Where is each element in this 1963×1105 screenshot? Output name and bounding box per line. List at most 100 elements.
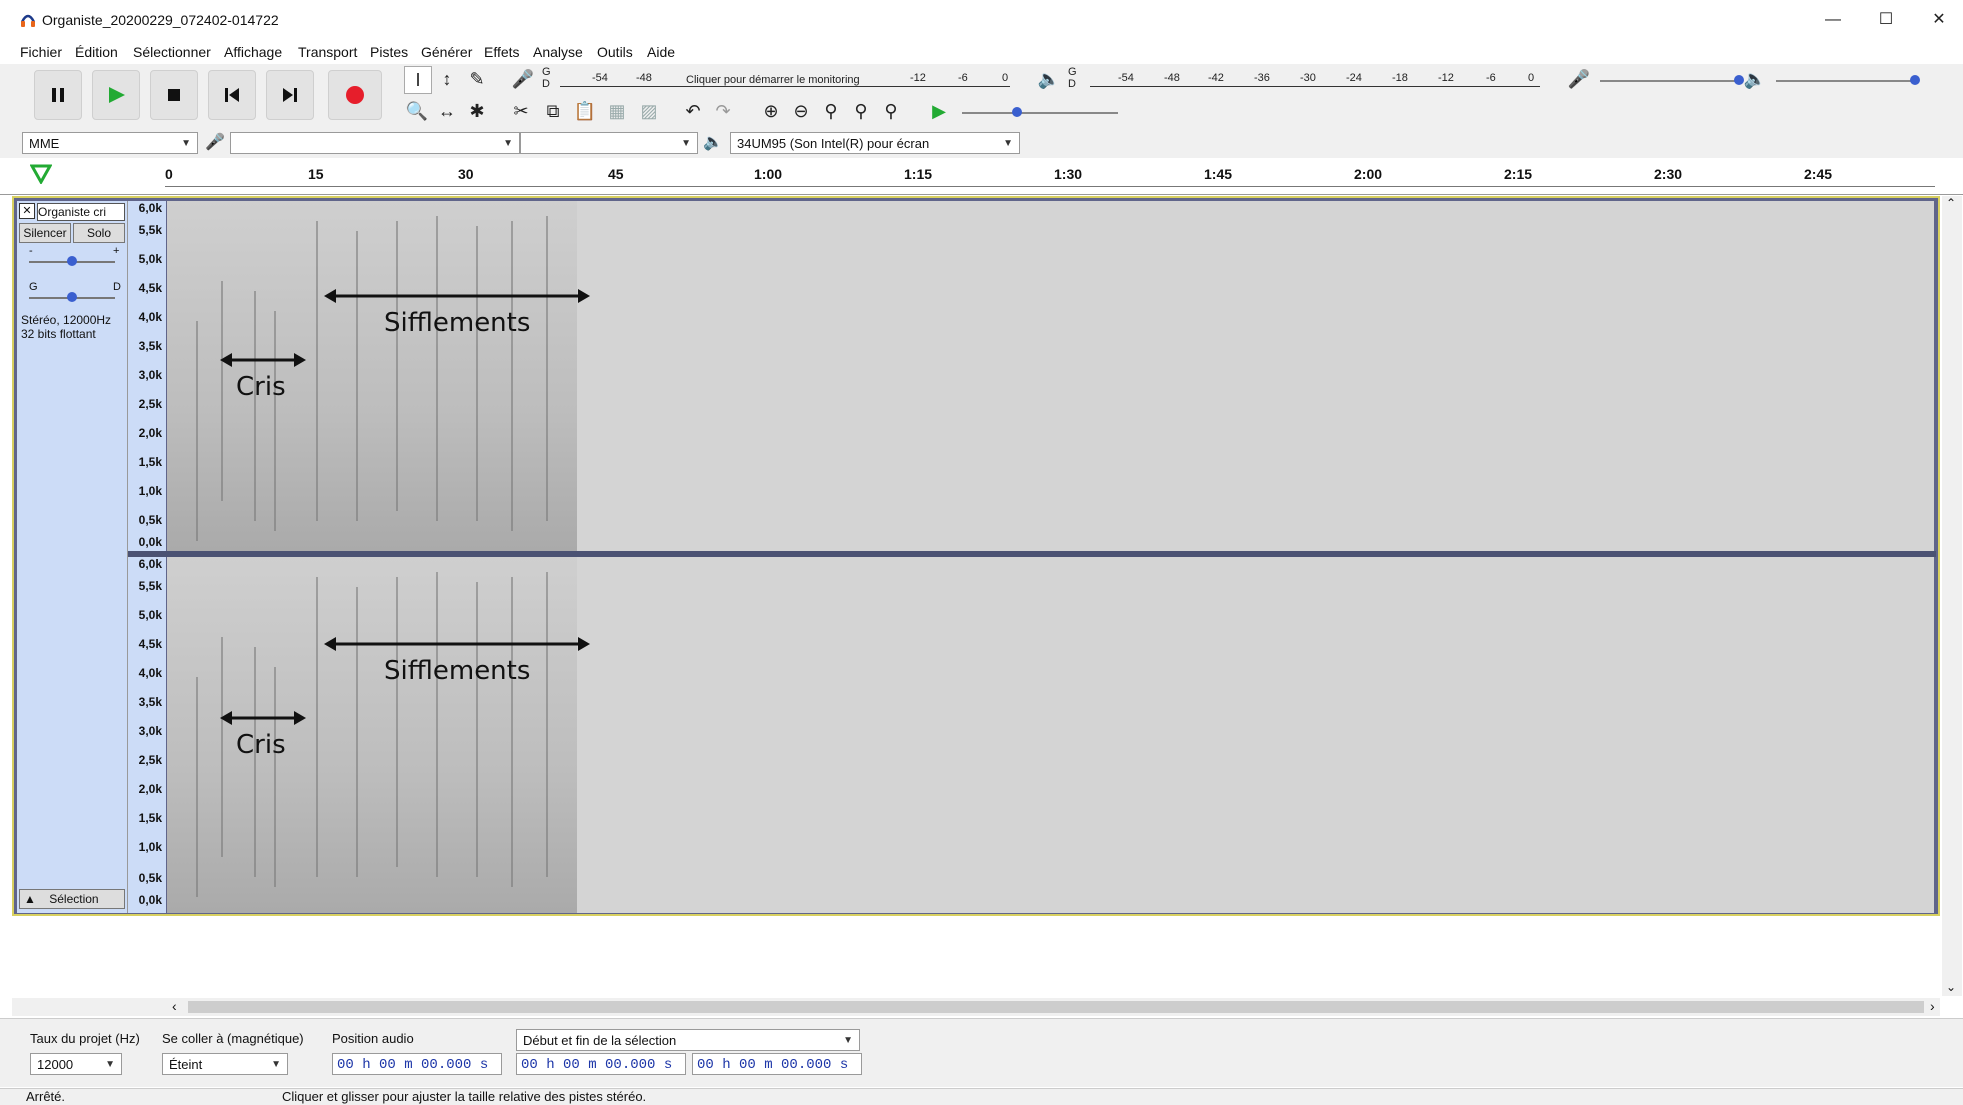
record-tick: -12 [910, 72, 926, 84]
freq-label: 6,0k [138, 557, 162, 571]
copy-icon[interactable]: ⧉ [540, 98, 566, 124]
scroll-up-icon[interactable]: ⌃ [1946, 196, 1956, 210]
paste-icon[interactable]: 📋 [572, 98, 598, 124]
play-head-icon[interactable] [30, 164, 52, 184]
spectrogram-right-channel[interactable] [167, 557, 577, 913]
selection-mode-select[interactable]: Début et fin de la sélection ▼ [516, 1029, 860, 1051]
undo-icon[interactable]: ↶ [680, 98, 706, 124]
scroll-right-icon[interactable]: › [1930, 998, 1935, 1014]
zoom-out-icon[interactable]: ⊖ [788, 98, 814, 124]
output-device-select[interactable]: 34UM95 (Son Intel(R) pour écran ▼ [730, 132, 1020, 154]
slider-thumb[interactable] [1910, 75, 1920, 85]
audio-host-select[interactable]: MME ▼ [22, 132, 198, 154]
snap-to-select[interactable]: Éteint ▼ [162, 1053, 288, 1075]
stereo-track[interactable]: ✕ Organiste cri Silencer Solo - + G D St… [12, 196, 1940, 916]
timeshift-tool-icon[interactable]: ↔ [434, 98, 460, 124]
menu-selectionner[interactable]: Sélectionner [133, 44, 211, 60]
fit-selection-icon[interactable]: ⚲ [818, 98, 844, 124]
record-meter-monitor-label[interactable]: Cliquer pour démarrer le monitoring [686, 74, 860, 86]
freq-label: 4,5k [138, 281, 162, 295]
status-state: Arrêté. [26, 1089, 66, 1104]
menu-generer[interactable]: Générer [421, 44, 472, 60]
track-name-menu[interactable]: Organiste cri [37, 203, 125, 221]
spectrogram-left-channel[interactable] [167, 201, 577, 551]
close-window-button[interactable]: ✕ [1916, 0, 1962, 40]
scroll-down-icon[interactable]: ⌄ [1946, 980, 1956, 994]
menu-aide[interactable]: Aide [647, 44, 675, 60]
scroll-thumb[interactable] [188, 1001, 1924, 1013]
fit-project-icon[interactable]: ⚲ [848, 98, 874, 124]
play-button[interactable] [92, 70, 140, 120]
audio-position-value: 00 h 00 m 00.000 s [337, 1057, 489, 1073]
menu-transport[interactable]: Transport [298, 44, 357, 60]
selection-tool-icon[interactable]: I [404, 66, 432, 94]
selection-end-field[interactable]: 00 h 00 m 00.000 s [692, 1053, 862, 1075]
multi-tool-icon[interactable]: ✱ [464, 98, 490, 124]
selection-start-field[interactable]: 00 h 00 m 00.000 s [516, 1053, 686, 1075]
record-meter-mic-icon[interactable]: 🎤 [510, 66, 536, 92]
menu-fichier[interactable]: Fichier [20, 44, 62, 60]
play-tick: -42 [1208, 72, 1224, 84]
zoom-in-icon[interactable]: ⊕ [758, 98, 784, 124]
pause-button[interactable] [34, 70, 82, 120]
playback-meter-speaker-icon[interactable]: 🔈 [1036, 66, 1062, 92]
stop-button[interactable] [150, 70, 198, 120]
freq-label: 4,5k [138, 637, 162, 651]
silence-icon[interactable]: ▨ [636, 98, 662, 124]
freq-label: 5,0k [138, 252, 162, 266]
track-area[interactable]: ✕ Organiste cri Silencer Solo - + G D St… [12, 196, 1940, 916]
record-tick: -6 [958, 72, 968, 84]
skip-start-button[interactable] [208, 70, 256, 120]
ruler-tick: 2:45 [1804, 166, 1833, 182]
chevron-down-icon: ▼ [181, 138, 191, 149]
menu-analyse[interactable]: Analyse [533, 44, 583, 60]
skip-end-button[interactable] [266, 70, 314, 120]
device-toolbar: MME ▼ 🎤 ▼ ▼ 🔈 34UM95 (Son Intel(R) pour é… [0, 128, 1963, 159]
menu-outils[interactable]: Outils [597, 44, 633, 60]
trim-icon[interactable]: ▦ [604, 98, 630, 124]
vertical-scrollbar[interactable]: ⌃ ⌄ [1942, 196, 1962, 996]
project-rate-select[interactable]: 12000 ▼ [30, 1053, 122, 1075]
snap-to-label: Se coller à (magnétique) [162, 1031, 304, 1046]
empty-track-space[interactable] [577, 557, 1934, 913]
input-device-select[interactable]: ▼ [230, 132, 520, 154]
empty-track-space[interactable] [577, 201, 1934, 551]
audio-position-field[interactable]: 00 h 00 m 00.000 s [332, 1053, 502, 1075]
slider-thumb[interactable] [67, 256, 77, 266]
spectrogram-texture [196, 216, 548, 541]
zoom-toggle-icon[interactable]: ⚲ [878, 98, 904, 124]
track-bit-depth-info: 32 bits flottant [21, 327, 96, 341]
playback-meter-bar[interactable] [1090, 86, 1540, 87]
maximize-button[interactable]: ☐ [1863, 0, 1909, 40]
gain-slider[interactable] [29, 256, 115, 266]
record-meter-bar[interactable] [560, 86, 1010, 87]
play-at-speed-icon[interactable]: ▶ [926, 98, 952, 124]
slider-thumb[interactable] [1012, 107, 1022, 117]
minimize-button[interactable]: — [1810, 0, 1856, 40]
mute-button[interactable]: Silencer [19, 223, 71, 243]
timeline-ruler[interactable]: 0 15 30 45 1:00 1:15 1:30 1:45 2:00 2:15… [0, 158, 1963, 195]
input-channels-select[interactable]: ▼ [520, 132, 698, 154]
draw-tool-icon[interactable]: ✎ [464, 66, 490, 92]
menu-edition[interactable]: Édition [75, 44, 118, 60]
menu-effets[interactable]: Effets [484, 44, 520, 60]
scroll-left-icon[interactable]: ‹ [172, 998, 177, 1014]
collapse-icon[interactable]: ▲ [24, 892, 36, 906]
select-track-button[interactable]: ▲ Sélection [19, 889, 125, 909]
menu-pistes[interactable]: Pistes [370, 44, 408, 60]
play-speed-slider[interactable] [962, 107, 1118, 117]
solo-button[interactable]: Solo [73, 223, 125, 243]
redo-icon[interactable]: ↷ [710, 98, 736, 124]
pan-slider[interactable] [29, 292, 115, 302]
record-button[interactable] [328, 70, 382, 120]
horizontal-scrollbar[interactable]: ‹ › [12, 998, 1940, 1016]
frequency-axis-left: 6,0k 5,5k 5,0k 4,5k 4,0k 3,5k 3,0k 2,5k … [128, 201, 166, 551]
recording-volume-slider[interactable] [1600, 75, 1744, 85]
close-track-icon[interactable]: ✕ [19, 203, 35, 219]
playback-volume-slider[interactable] [1776, 75, 1920, 85]
zoom-tool-icon[interactable]: 🔍 [404, 98, 430, 124]
menu-affichage[interactable]: Affichage [224, 44, 282, 60]
cut-icon[interactable]: ✂ [508, 98, 534, 124]
slider-thumb[interactable] [67, 292, 77, 302]
envelope-tool-icon[interactable]: ↕ [434, 66, 460, 92]
